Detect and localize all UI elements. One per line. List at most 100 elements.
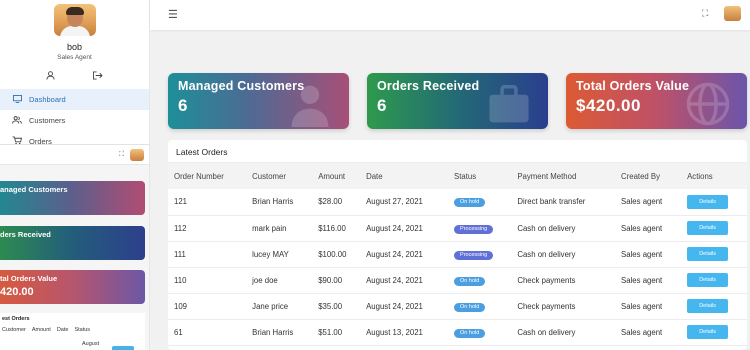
profile-actions bbox=[0, 61, 149, 83]
table-row: 121 Brian Harris $28.00 August 27, 2021 … bbox=[168, 189, 747, 215]
details-button[interactable]: Details bbox=[687, 221, 729, 235]
details-button[interactable]: Details bbox=[687, 194, 729, 209]
order-number: 121 bbox=[174, 197, 188, 207]
order-amount: $51.00 bbox=[318, 327, 343, 337]
preview-table-header: Customer Amount Date Status bbox=[0, 322, 145, 333]
preview-table-title: est Orders bbox=[2, 316, 30, 322]
preview-card-value: 420.00 bbox=[0, 286, 34, 298]
sidebar-item-label: Customers bbox=[29, 116, 66, 125]
order-payment-method: Direct bank transfer bbox=[517, 197, 586, 207]
orders-table: Order Number Customer Amount Date Status… bbox=[168, 163, 747, 346]
expand-icon: ⛶ bbox=[119, 150, 124, 158]
preview-card-title: tal Orders Value bbox=[0, 274, 58, 283]
order-date: August 24, 2021 bbox=[366, 275, 423, 285]
table-row: 110 joe doe $90.00 August 24, 2021 On ho… bbox=[168, 267, 747, 293]
order-customer: lucey MAY bbox=[252, 249, 289, 259]
column-header: Status bbox=[454, 171, 477, 181]
preview-card-orders-received: ders Received bbox=[0, 226, 145, 260]
table-row: 109 Jane price $35.00 August 24, 2021 On… bbox=[168, 293, 747, 319]
order-created-by: Sales agent bbox=[621, 301, 663, 311]
order-customer: mark pain bbox=[252, 223, 287, 233]
order-amount: $35.00 bbox=[318, 301, 343, 311]
latest-orders-panel: Latest Orders Order Number Customer Amou… bbox=[168, 140, 747, 350]
order-amount: $116.00 bbox=[318, 223, 346, 233]
stat-card-orders-received: Orders Received 6 bbox=[367, 73, 548, 129]
sidebar: bob Sales Agent Dashboard Customers Orde… bbox=[0, 0, 150, 350]
status-badge: On hold bbox=[454, 302, 486, 312]
stat-card-total-orders-value: Total Orders Value $420.00 bbox=[566, 73, 747, 129]
logout-icon[interactable] bbox=[92, 71, 103, 83]
sidebar-item-customers[interactable]: Customers bbox=[0, 110, 149, 131]
order-date: August 24, 2021 bbox=[366, 301, 423, 311]
mobile-preview: ⛶ anaged Customers ders Received tal Ord… bbox=[0, 144, 149, 350]
order-payment-method: Cash on delivery bbox=[517, 249, 576, 259]
hamburger-menu-icon[interactable]: ☰ bbox=[168, 8, 178, 21]
column-header: Actions bbox=[687, 171, 713, 181]
table-header-row: Order Number Customer Amount Date Status… bbox=[168, 163, 747, 189]
details-button[interactable]: Details bbox=[687, 247, 729, 261]
briefcase-icon bbox=[489, 85, 529, 123]
details-button[interactable]: Details bbox=[687, 273, 729, 287]
order-date: August 24, 2021 bbox=[366, 223, 423, 233]
order-created-by: Sales agent bbox=[621, 223, 663, 233]
globe-icon bbox=[686, 82, 730, 126]
order-payment-method: Check payments bbox=[517, 301, 576, 311]
column-header: Order Number bbox=[174, 171, 224, 181]
status-badge: On hold bbox=[454, 276, 486, 286]
preview-orders-table: est Orders Customer Amount Date Status A… bbox=[0, 313, 145, 350]
user-icon[interactable] bbox=[46, 71, 55, 83]
status-badge: Processing bbox=[454, 250, 494, 260]
avatar[interactable] bbox=[724, 6, 741, 21]
preview-column-header: Customer bbox=[2, 327, 26, 333]
column-header: Amount bbox=[318, 171, 346, 181]
table-row: 112 mark pain $116.00 August 24, 2021 Pr… bbox=[168, 215, 747, 241]
sidebar-item-label: Dashboard bbox=[29, 95, 66, 104]
order-customer: Jane price bbox=[252, 301, 289, 311]
status-badge: On hold bbox=[454, 198, 486, 208]
fullscreen-icon[interactable]: ⛶ bbox=[702, 8, 708, 19]
user-role: Sales Agent bbox=[57, 54, 92, 61]
details-button[interactable]: Details bbox=[687, 325, 729, 339]
preview-column-header: Amount bbox=[31, 327, 51, 333]
column-header: Payment Method bbox=[517, 171, 577, 181]
users-icon bbox=[12, 115, 22, 126]
order-date: August 24, 2021 bbox=[366, 249, 423, 259]
order-customer: Brian Harris bbox=[252, 327, 294, 337]
preview-column-header: Date bbox=[56, 327, 69, 333]
order-number: 61 bbox=[174, 327, 183, 337]
table-row: 61 Brian Harris $51.00 August 13, 2021 O… bbox=[168, 319, 747, 345]
preview-card-title: anaged Customers bbox=[0, 185, 68, 194]
order-number: 112 bbox=[174, 223, 187, 233]
preview-card-total-orders: tal Orders Value 420.00 bbox=[0, 270, 145, 304]
order-created-by: Sales agent bbox=[621, 249, 663, 259]
order-payment-method: Cash on delivery bbox=[517, 327, 576, 337]
order-number: 109 bbox=[174, 301, 188, 311]
sidebar-item-dashboard[interactable]: Dashboard bbox=[0, 89, 149, 110]
order-amount: $28.00 bbox=[318, 197, 343, 207]
monitor-icon bbox=[12, 94, 22, 105]
avatar bbox=[130, 148, 144, 161]
order-payment-method: Check payments bbox=[517, 275, 576, 285]
column-header: Date bbox=[366, 171, 383, 181]
status-badge: Processing bbox=[454, 224, 494, 234]
preview-topbar: ⛶ bbox=[0, 145, 149, 165]
column-header: Customer bbox=[252, 171, 286, 181]
user-name: bob bbox=[66, 42, 83, 52]
details-button[interactable]: Details bbox=[687, 299, 729, 313]
order-customer: joe doe bbox=[252, 275, 278, 285]
order-date: August 13, 2021 bbox=[366, 327, 423, 337]
stat-card-managed-customers: Managed Customers 6 bbox=[168, 73, 349, 129]
preview-date: August bbox=[82, 341, 100, 347]
panel-title: Latest Orders bbox=[168, 140, 747, 163]
user-tie-icon bbox=[291, 85, 329, 127]
order-date: August 27, 2021 bbox=[366, 197, 423, 207]
preview-column-header: Status bbox=[74, 327, 91, 333]
topbar: ☰ ⛶ bbox=[150, 0, 750, 30]
profile: bob Sales Agent bbox=[0, 0, 149, 83]
avatar[interactable] bbox=[53, 4, 96, 36]
order-number: 111 bbox=[174, 249, 186, 259]
order-payment-method: Cash on delivery bbox=[517, 223, 576, 233]
order-customer: Brian Harris bbox=[252, 197, 294, 207]
order-amount: $90.00 bbox=[318, 275, 343, 285]
preview-card-title: ders Received bbox=[0, 230, 51, 239]
